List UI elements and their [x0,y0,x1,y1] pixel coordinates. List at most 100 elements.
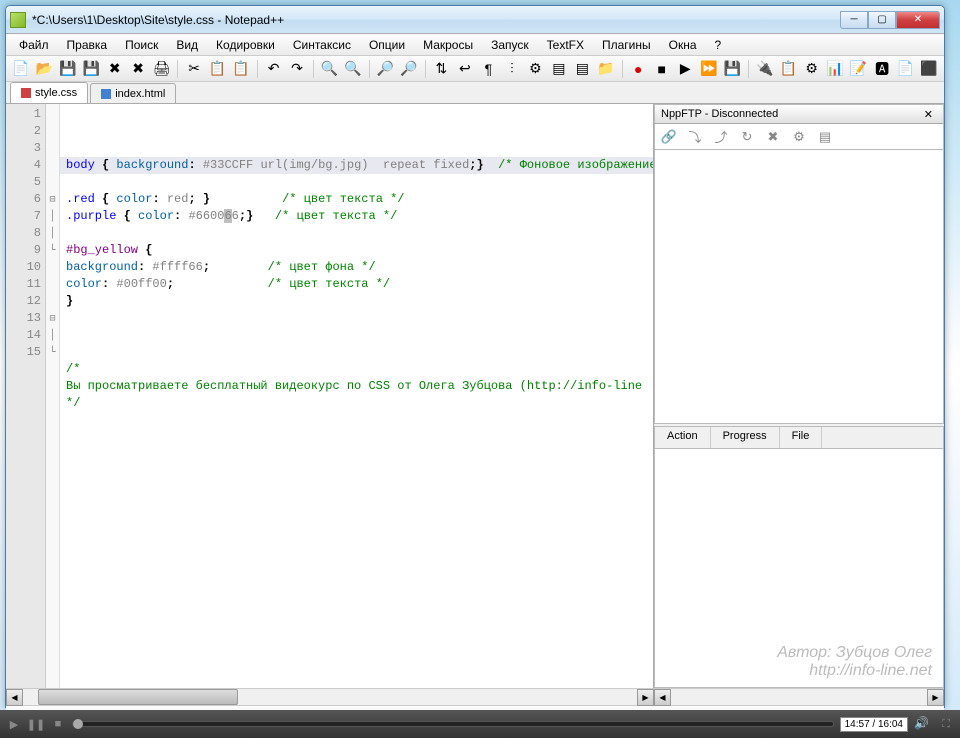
tab-index-html[interactable]: index.html [90,83,176,103]
menu-search[interactable]: Поиск [118,35,165,55]
sync-scroll-icon[interactable]: ⇅ [431,58,452,80]
player-time: 14:57 / 16:04 [840,717,908,732]
volume-icon[interactable]: 🔊 [914,716,932,732]
plugin-icon[interactable]: 🅰 [871,58,892,80]
refresh-icon[interactable]: ↻ [737,127,757,147]
ftp-tree[interactable] [654,150,944,424]
wrap-icon[interactable]: ↩ [454,58,475,80]
toolbar-separator [257,60,258,78]
menu-textfx[interactable]: TextFX [540,35,591,55]
paste-icon[interactable]: 📋 [230,58,251,80]
seek-bar[interactable] [72,721,834,727]
menu-windows[interactable]: Окна [662,35,704,55]
minimize-button[interactable]: ─ [840,11,868,29]
messages-icon[interactable]: ▤ [815,127,835,147]
user-lang-icon[interactable]: ⚙ [525,58,546,80]
disconnect-icon[interactable]: ⤵ [685,127,705,147]
menu-plugins[interactable]: Плагины [595,35,658,55]
doc-map-icon[interactable]: ▤ [548,58,569,80]
save-all-icon[interactable]: 💾 [80,58,101,80]
editor-pane: 123456789101112131415 ⊟││└⊟│└ body { bac… [6,104,654,688]
menu-syntax[interactable]: Синтаксис [286,35,358,55]
menu-options[interactable]: Опции [362,35,412,55]
save-macro-icon[interactable]: 💾 [721,58,742,80]
abort-icon[interactable]: ✖ [763,127,783,147]
plugin-icon[interactable]: 📄 [895,58,916,80]
zoom-out-icon[interactable]: 🔎 [398,58,419,80]
upload-icon[interactable]: ⤴ [711,127,731,147]
seek-thumb[interactable] [73,719,83,729]
zoom-in-icon[interactable]: 🔎 [375,58,396,80]
plugin-icon[interactable]: 📊 [824,58,845,80]
find-icon[interactable]: 🔍 [319,58,340,80]
scroll-track[interactable] [23,689,637,705]
copy-icon[interactable]: 📋 [207,58,228,80]
scroll-left-button[interactable]: ◀ [654,689,671,706]
replace-icon[interactable]: 🔍 [342,58,363,80]
log-tab-progress[interactable]: Progress [711,427,780,448]
menu-edit[interactable]: Правка [60,35,115,55]
cut-icon[interactable]: ✂ [183,58,204,80]
close-button[interactable]: ✕ [896,11,940,29]
pause-button[interactable]: ❚❚ [28,716,44,732]
show-all-icon[interactable]: ¶ [478,58,499,80]
menu-file[interactable]: Файл [12,35,56,55]
log-tabs: Action Progress File [654,426,944,448]
stop-button[interactable]: ■ [50,716,66,732]
horizontal-scrollbar[interactable]: ◀ ▶ ◀ ▶ [6,688,944,705]
stop-icon[interactable]: ■ [651,58,672,80]
play-multi-icon[interactable]: ⏩ [698,58,719,80]
menu-view[interactable]: Вид [169,35,205,55]
fold-column[interactable]: ⊟││└⊟│└ [46,104,60,688]
play-button[interactable]: ▶ [6,716,22,732]
settings-icon[interactable]: ⚙ [789,127,809,147]
new-file-icon[interactable]: 📄 [10,58,31,80]
scroll-track[interactable] [671,689,927,705]
menu-run[interactable]: Запуск [484,35,536,55]
plugin-icon[interactable]: 📋 [777,58,798,80]
func-list-icon[interactable]: ▤ [572,58,593,80]
indent-guide-icon[interactable]: ⫶ [501,58,522,80]
log-tab-action[interactable]: Action [655,427,711,448]
window-controls: ─ ▢ ✕ [840,11,940,29]
log-area[interactable] [654,448,944,688]
close-file-icon[interactable]: ✖ [104,58,125,80]
menu-encoding[interactable]: Кодировки [209,35,282,55]
panel-close-icon[interactable]: ✕ [920,108,937,121]
print-icon[interactable]: 🖨 [151,58,172,80]
save-icon[interactable]: 💾 [57,58,78,80]
plugin-icon[interactable]: ⚙ [801,58,822,80]
toolbar-separator [369,60,370,78]
maximize-button[interactable]: ▢ [868,11,896,29]
code-area[interactable]: body { background: #33CCFF url(img/bg.jp… [60,104,653,688]
folder-icon[interactable]: 📁 [595,58,616,80]
toolbar: 📄 📂 💾 💾 ✖ ✖ 🖨 ✂ 📋 📋 ↶ ↷ 🔍 🔍 🔎 🔎 ⇅ ↩ ¶ ⫶ … [6,56,944,82]
app-icon [10,12,26,28]
titlebar-text: *C:\Users\1\Desktop\Site\style.css - Not… [32,13,840,27]
connect-icon[interactable]: 🔗 [659,127,679,147]
record-icon[interactable]: ● [628,58,649,80]
open-file-icon[interactable]: 📂 [33,58,54,80]
nppftp-title: NppFTP - Disconnected [661,108,778,120]
line-numbers: 123456789101112131415 [6,104,46,688]
close-all-icon[interactable]: ✖ [127,58,148,80]
menu-macros[interactable]: Макросы [416,35,480,55]
fullscreen-button[interactable]: ⛶ [938,716,954,732]
plugin-icon[interactable]: 🔌 [754,58,775,80]
scroll-right-button[interactable]: ▶ [927,689,944,706]
undo-icon[interactable]: ↶ [263,58,284,80]
plugin-icon[interactable]: 📝 [848,58,869,80]
plugin-icon[interactable]: ⬛ [918,58,939,80]
menu-help[interactable]: ? [708,35,729,55]
titlebar[interactable]: *C:\Users\1\Desktop\Site\style.css - Not… [6,6,944,34]
toolbar-separator [425,60,426,78]
toolbar-separator [313,60,314,78]
scroll-left-button[interactable]: ◀ [6,689,23,706]
nppftp-titlebar[interactable]: NppFTP - Disconnected ✕ [654,104,944,124]
log-tab-file[interactable]: File [780,427,823,448]
tab-style-css[interactable]: style.css [10,82,88,103]
scroll-thumb[interactable] [38,689,238,705]
redo-icon[interactable]: ↷ [286,58,307,80]
scroll-right-button[interactable]: ▶ [637,689,654,706]
play-icon[interactable]: ▶ [675,58,696,80]
